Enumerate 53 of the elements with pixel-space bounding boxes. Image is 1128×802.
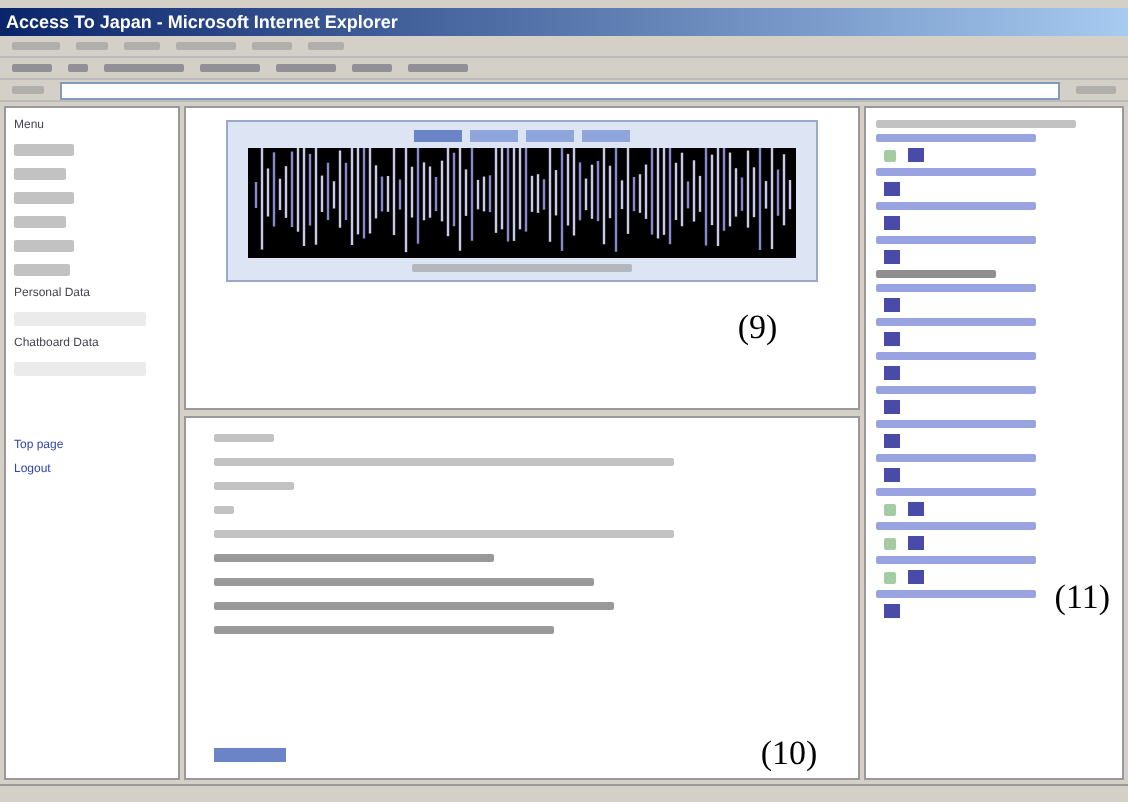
illegible-menu-entry[interactable] — [14, 192, 74, 204]
mail-icon[interactable] — [883, 400, 900, 414]
mail-icon[interactable] — [883, 182, 900, 196]
mail-icon[interactable] — [883, 332, 900, 346]
mail-icon[interactable] — [907, 502, 924, 516]
toolbar-icon[interactable] — [408, 64, 468, 72]
figure-label: (11) — [1054, 578, 1110, 618]
mail-icon[interactable] — [907, 536, 924, 550]
go-button[interactable] — [1076, 86, 1116, 94]
note-icon[interactable] — [883, 571, 896, 583]
mail-icon[interactable] — [907, 148, 924, 162]
toolbar-icon[interactable] — [200, 64, 260, 72]
player-button[interactable] — [581, 130, 630, 142]
player-button[interactable] — [469, 130, 518, 142]
mail-icon[interactable] — [883, 434, 900, 448]
illegible-menu-item[interactable] — [308, 42, 344, 50]
mail-icon[interactable] — [883, 366, 900, 380]
address-field[interactable] — [60, 81, 1060, 99]
mail-icon[interactable] — [883, 298, 900, 312]
toolbar-icon[interactable] — [352, 64, 392, 72]
mail-icon[interactable] — [883, 250, 900, 264]
illegible-menu-item[interactable] — [124, 42, 160, 50]
note-icon[interactable] — [883, 537, 896, 549]
illegible-menu-item[interactable] — [12, 42, 60, 50]
illegible-text — [213, 434, 274, 442]
player-button[interactable] — [413, 130, 462, 142]
toolbar-icon[interactable] — [104, 64, 184, 72]
illegible-menu-entry[interactable] — [14, 168, 66, 180]
mail-icon[interactable] — [883, 604, 900, 618]
illegible-section-heading — [875, 270, 996, 278]
note-icon[interactable] — [883, 149, 896, 161]
illegible-menu-entry[interactable] — [14, 144, 74, 156]
toolbar-icon[interactable] — [68, 64, 88, 72]
mail-icon[interactable] — [883, 216, 900, 230]
illegible-menu-item[interactable] — [252, 42, 292, 50]
illegible-menu-entry[interactable] — [14, 216, 66, 228]
address-label — [12, 86, 44, 94]
illegible-text — [213, 482, 294, 490]
window-title: Access To Japan - Microsoft Internet Explorer — [0, 8, 1128, 36]
player-button[interactable] — [525, 130, 574, 142]
figure-label: (10) — [760, 734, 818, 774]
mail-icon[interactable] — [883, 468, 900, 482]
mail-icon[interactable] — [907, 570, 924, 584]
illegible-menu-item[interactable] — [176, 42, 236, 50]
toolbar-icon[interactable] — [12, 64, 52, 72]
reply-button[interactable] — [213, 748, 286, 762]
note-icon[interactable] — [883, 503, 896, 515]
illegible-menu-item[interactable] — [76, 42, 108, 50]
illegible-menu-entry[interactable] — [14, 264, 70, 276]
illegible-text — [213, 506, 234, 514]
illegible-menu-entry[interactable] — [14, 240, 74, 252]
figure-label: (9) — [737, 308, 778, 348]
toolbar-icon[interactable] — [276, 64, 336, 72]
